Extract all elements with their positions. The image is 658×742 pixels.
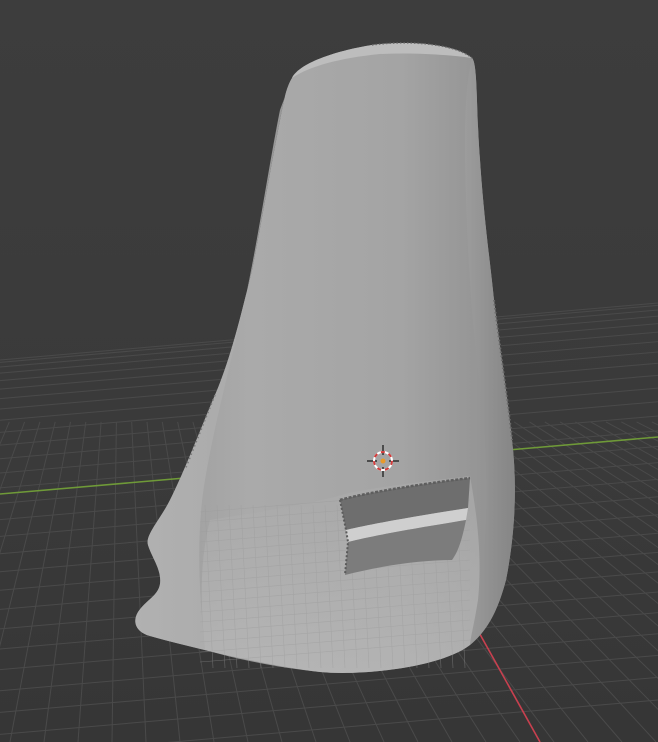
3d-viewport[interactable] (0, 0, 658, 742)
viewport-canvas[interactable] (0, 0, 658, 742)
